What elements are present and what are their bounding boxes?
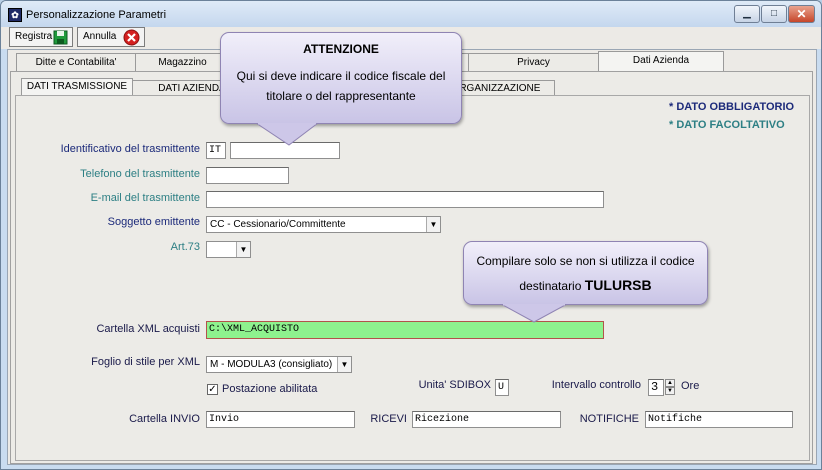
chevron-down-icon[interactable]: ▼ [236,242,250,257]
legend-optional: * DATO FACOLTATIVO [669,119,785,131]
transmitter-id-label: Identificativo del trasmittente [60,143,200,155]
attention-body: Qui si deve indicare il codice fiscale d… [236,69,446,103]
stepper-down-icon[interactable]: ▼ [665,387,675,395]
stepper-up-icon[interactable]: ▲ [665,379,675,387]
interval-input[interactable]: 3 [648,379,664,396]
issuer-subject-value: CC - Cessionario/Committente [210,219,346,230]
interval-stepper[interactable]: ▲ ▼ [665,379,675,396]
chevron-down-icon[interactable]: ▼ [337,357,351,372]
interval-label: Intervallo controllo [551,379,641,391]
xml-note-callout: Compilare solo se non si utilizza il cod… [463,241,708,305]
transmitter-phone-label: Telefono del trasmittente [80,168,200,180]
send-folder-input[interactable]: Invio [206,411,355,428]
attention-title: ATTENZIONE [303,42,379,56]
stylesheet-value: M - MODULA3 (consigliato) [210,359,333,370]
save-button[interactable]: Registra [9,27,73,47]
station-enabled-checkbox[interactable]: ✓ [207,384,218,395]
notify-label: NOTIFICHE [579,413,639,425]
minimize-button[interactable]: ▁ [734,5,760,23]
app-window: ✿ Personalizzazione Parametri ▁ □ ✕ Regi… [0,0,822,470]
transmitter-email-input[interactable] [206,191,604,208]
chevron-down-icon[interactable]: ▼ [426,217,440,232]
save-button-label: Registra [15,31,53,42]
transmitter-phone-input[interactable] [206,167,289,184]
save-icon [53,30,68,45]
maximize-button[interactable]: □ [761,5,787,23]
receive-label: RICEVI [370,413,407,425]
receive-folder-input[interactable]: Ricezione [412,411,561,428]
tab-ditte-contabilita[interactable]: Ditte e Contabilita' [16,53,136,72]
cancel-button-label: Annulla [83,31,117,42]
issuer-subject-label: Soggetto emittente [107,216,200,228]
xml-callout-pointer [501,304,568,323]
art73-label: Art.73 [170,241,200,253]
close-button[interactable]: ✕ [788,5,815,23]
station-enabled-label: Postazione abilitata [222,383,318,395]
tab-magazzino[interactable]: Magazzino [135,53,230,72]
window-title: Personalizzazione Parametri [26,9,167,21]
sdibox-input[interactable]: U [495,379,509,396]
stylesheet-label: Foglio di stile per XML [91,356,200,368]
transmitter-country-input[interactable]: IT [206,142,226,159]
tab-dati-azienda[interactable]: Dati Azienda [598,51,724,72]
sdibox-label: Unita' SDIBOX [418,379,491,391]
xml-note-code: TULURSB [584,277,652,293]
cancel-button[interactable]: Annulla [77,27,145,47]
notify-folder-input[interactable]: Notifiche [645,411,793,428]
xml-folder-label: Cartella XML acquisti [96,323,200,335]
tab-privacy[interactable]: Privacy [468,53,599,72]
attention-callout: ATTENZIONE Qui si deve indicare il codic… [220,32,462,124]
art73-select[interactable]: ▼ [206,241,251,258]
stylesheet-select[interactable]: M - MODULA3 (consigliato) ▼ [206,356,352,373]
interval-unit-label: Ore [681,380,700,392]
title-bar: ✿ Personalizzazione Parametri ▁ □ ✕ [1,1,821,27]
legend-required: * DATO OBBLIGATORIO [669,101,795,113]
send-folder-label: Cartella INVIO [129,413,200,425]
attention-callout-pointer [256,123,319,146]
subtab-dati-trasmissione[interactable]: DATI TRASMISSIONE [21,78,133,96]
cancel-icon [123,29,140,46]
issuer-subject-select[interactable]: CC - Cessionario/Committente ▼ [206,216,441,233]
transmitter-email-label: E-mail del trasmittente [90,192,200,204]
app-icon: ✿ [8,8,22,22]
